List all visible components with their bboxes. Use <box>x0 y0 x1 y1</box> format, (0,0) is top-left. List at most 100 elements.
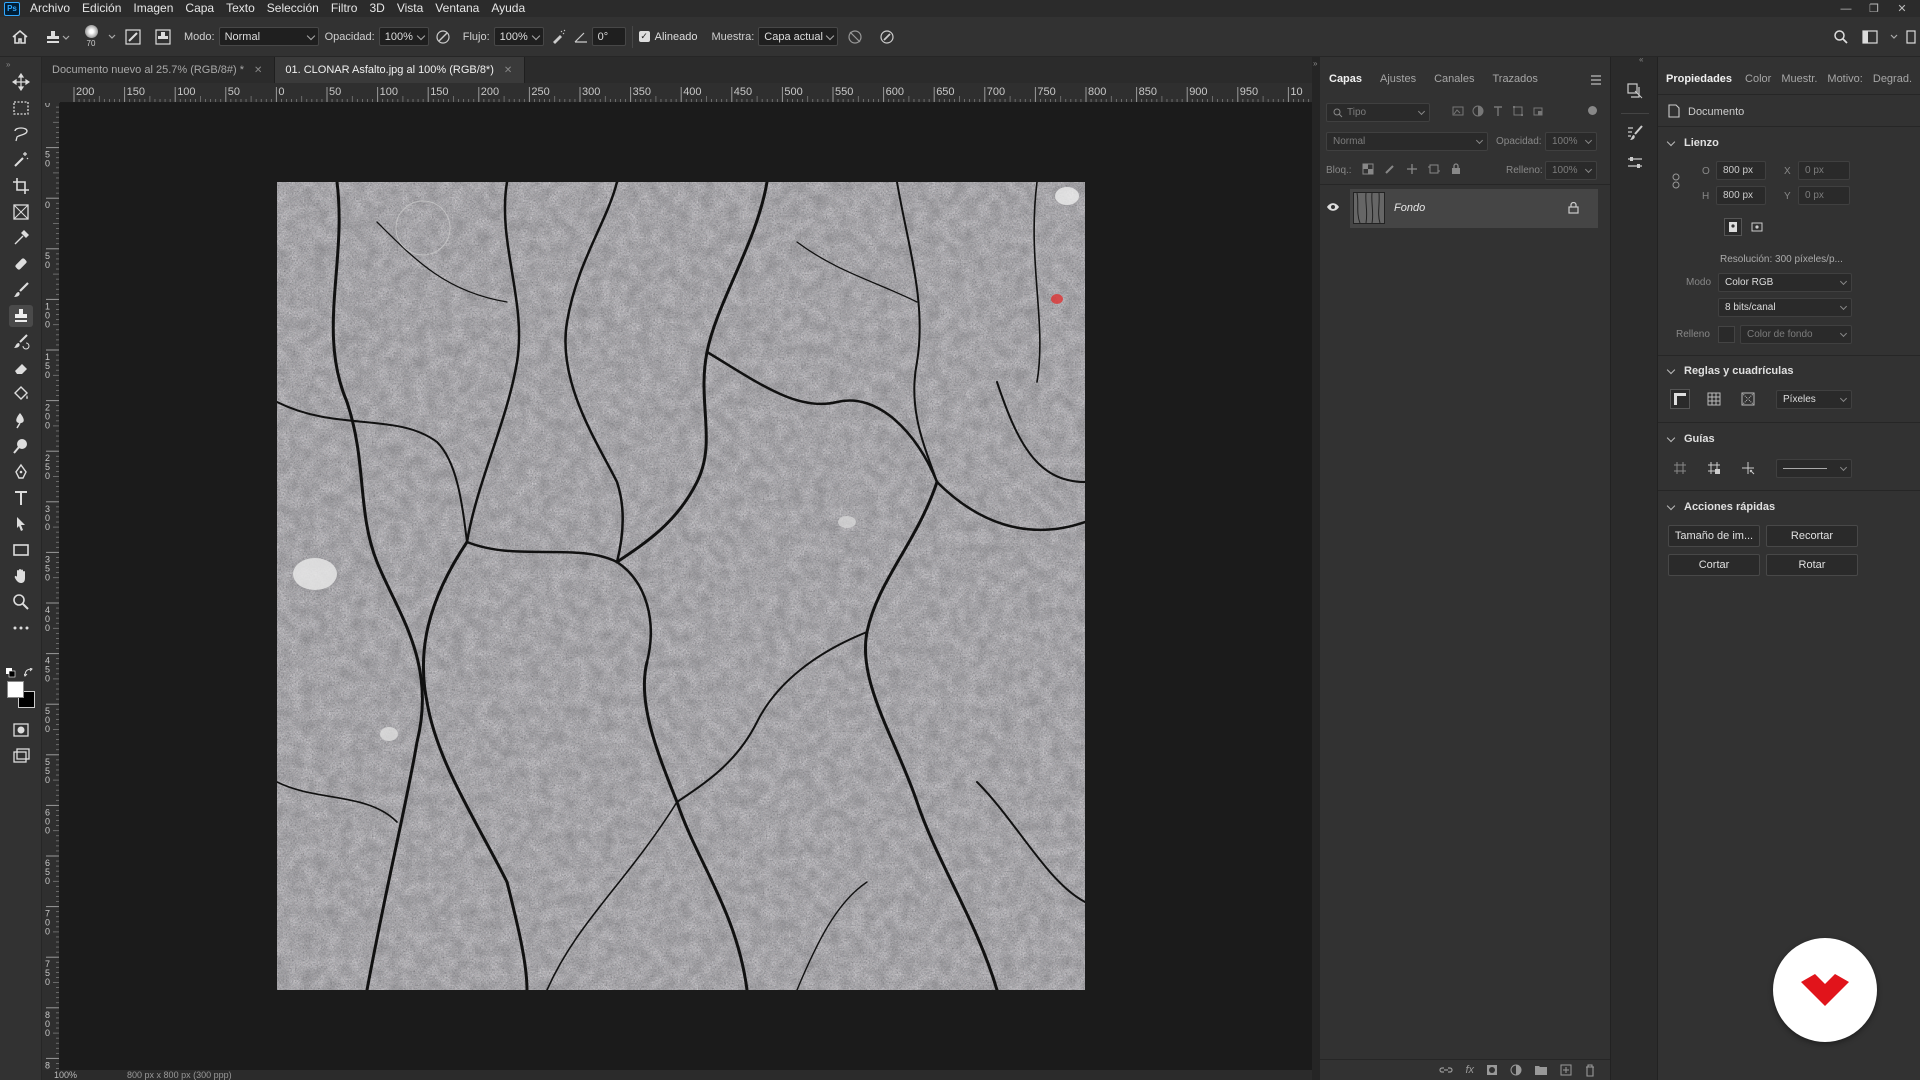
tab-capas[interactable]: Capas <box>1320 67 1372 91</box>
clone-stamp-preset-icon[interactable] <box>40 29 76 45</box>
crop-tool-icon[interactable] <box>9 175 33 197</box>
link-layers-icon[interactable] <box>1439 1065 1454 1075</box>
brush-settings-icon[interactable] <box>118 28 148 45</box>
asphalt-image[interactable] <box>277 182 1085 990</box>
flow-dropdown[interactable]: 100% <box>493 27 544 46</box>
layer-name[interactable]: Fondo <box>1394 202 1425 214</box>
path-selection-tool-icon[interactable] <box>9 513 33 535</box>
pen-tool-icon[interactable] <box>9 461 33 483</box>
lasso-tool-icon[interactable] <box>9 123 33 145</box>
hand-tool-icon[interactable] <box>9 565 33 587</box>
panel-menu-icon[interactable] <box>1590 75 1602 85</box>
paint-bucket-tool-icon[interactable] <box>9 383 33 405</box>
image-size-button[interactable]: Tamaño de im... <box>1668 525 1760 547</box>
mode-dropdown[interactable]: Normal <box>218 27 319 46</box>
layer-mask-icon[interactable] <box>1486 1064 1498 1076</box>
layer-visibility-eye-icon[interactable] <box>1326 202 1340 212</box>
bit-depth-dropdown[interactable]: 8 bits/canal <box>1718 298 1852 317</box>
expand-icon[interactable]: » <box>6 60 10 69</box>
menu-ventana[interactable]: Ventana <box>429 0 485 17</box>
menu-ayuda[interactable]: Ayuda <box>485 0 531 17</box>
color-mode-dropdown[interactable]: Color RGB <box>1718 273 1852 292</box>
chevron-down-icon[interactable] <box>106 34 118 40</box>
tab-muestras[interactable]: Muestr. <box>1776 67 1822 91</box>
fill-dropdown[interactable]: Color de fondo <box>1740 325 1852 344</box>
adjustment-layer-icon[interactable] <box>1510 1064 1522 1076</box>
share-icon[interactable] <box>1902 29 1920 44</box>
search-icon[interactable] <box>1826 29 1856 45</box>
clone-source-panel-icon[interactable] <box>1623 151 1647 175</box>
brush-tool-icon[interactable] <box>9 279 33 301</box>
menu-edicion[interactable]: Edición <box>76 0 127 17</box>
clone-source-icon[interactable] <box>148 28 178 45</box>
zoom-tool-icon[interactable] <box>9 591 33 613</box>
history-panel-icon[interactable] <box>1623 79 1647 103</box>
quick-actions-section-header[interactable]: Acciones rápidas <box>1664 501 1775 513</box>
width-field[interactable]: 800 px <box>1716 161 1766 180</box>
close-tab-icon[interactable]: ✕ <box>504 65 512 76</box>
menu-imagen[interactable]: Imagen <box>127 0 179 17</box>
menu-seleccion[interactable]: Selección <box>261 0 325 17</box>
eyedropper-tool-icon[interactable] <box>9 227 33 249</box>
blend-mode-dropdown[interactable]: Normal <box>1326 132 1488 151</box>
canvas-area[interactable] <box>60 103 1312 1070</box>
lock-all-icon[interactable] <box>1450 163 1462 175</box>
menu-capa[interactable]: Capa <box>179 0 220 17</box>
fill-color-swatch[interactable] <box>1718 326 1735 343</box>
tab-color[interactable]: Color <box>1740 67 1776 91</box>
show-rulers-icon[interactable] <box>1670 389 1690 409</box>
default-colors-icon[interactable] <box>6 668 16 678</box>
opacity-dropdown[interactable]: 100% <box>378 27 429 46</box>
filter-type-icon[interactable] <box>1492 105 1504 117</box>
ruler-units-dropdown[interactable]: Píxeles <box>1776 390 1852 409</box>
magic-wand-tool-icon[interactable] <box>9 149 33 171</box>
rotate-button[interactable]: Rotar <box>1766 554 1858 576</box>
landscape-orientation-icon[interactable] <box>1748 218 1766 236</box>
pressure-size-icon[interactable] <box>872 29 902 45</box>
ignore-adjustment-layers-icon[interactable] <box>838 29 872 45</box>
layer-row-fondo[interactable]: Fondo <box>1350 189 1598 228</box>
show-grid-icon[interactable] <box>1704 389 1724 409</box>
quick-mask-icon[interactable] <box>9 719 33 741</box>
workspace-icon[interactable] <box>1856 29 1886 44</box>
angle-input[interactable]: 0° <box>591 27 626 46</box>
guide-layout-icon[interactable] <box>1704 458 1724 478</box>
zoom-level[interactable]: 100% <box>54 1070 77 1080</box>
swap-colors-icon[interactable] <box>24 668 34 678</box>
blur-tool-icon[interactable] <box>9 409 33 431</box>
guide-style-dropdown[interactable] <box>1776 459 1852 478</box>
menu-3d[interactable]: 3D <box>363 0 390 17</box>
collapse-panels-icon[interactable]: » <box>1313 59 1317 68</box>
tab-documento-nuevo[interactable]: Documento nuevo al 25.7% (RGB/8#) * ✕ <box>42 57 276 83</box>
new-group-icon[interactable] <box>1534 1064 1548 1076</box>
lock-artboard-icon[interactable] <box>1428 163 1440 175</box>
brush-settings-panel-icon[interactable] <box>1623 121 1647 145</box>
clone-stamp-tool-icon[interactable] <box>9 305 33 327</box>
frame-tool-icon[interactable] <box>9 201 33 223</box>
new-layer-icon[interactable] <box>1560 1064 1572 1076</box>
tab-trazados[interactable]: Trazados <box>1483 67 1546 91</box>
move-tool-icon[interactable] <box>9 71 33 93</box>
type-tool-icon[interactable] <box>9 487 33 509</box>
vertical-ruler[interactable]: 0500501001502002503003504004505005506006… <box>42 103 60 1070</box>
foreground-color-swatch[interactable] <box>7 681 24 698</box>
filter-pixel-icon[interactable] <box>1452 105 1464 117</box>
x-field[interactable]: 0 px <box>1798 161 1850 180</box>
filter-shape-icon[interactable] <box>1512 105 1524 117</box>
crop-button[interactable]: Recortar <box>1766 525 1858 547</box>
healing-brush-tool-icon[interactable] <box>9 253 33 275</box>
tab-ajustes[interactable]: Ajustes <box>1371 67 1425 91</box>
rectangle-tool-icon[interactable] <box>9 539 33 561</box>
guides-section-header[interactable]: Guías <box>1664 433 1715 445</box>
y-field[interactable]: 0 px <box>1798 186 1850 205</box>
dodge-tool-icon[interactable] <box>9 435 33 457</box>
marquee-tool-icon[interactable] <box>9 97 33 119</box>
brush-size-picker[interactable]: 70 <box>76 25 106 48</box>
screen-mode-icon[interactable] <box>9 745 33 767</box>
chevron-down-icon[interactable] <box>1886 34 1902 40</box>
lock-pixels-icon[interactable] <box>1384 163 1396 175</box>
restore-icon[interactable]: ❐ <box>1860 0 1888 17</box>
filter-smart-object-icon[interactable] <box>1532 105 1544 117</box>
tab-clonar-asfalto[interactable]: 01. CLONAR Asfalto.jpg al 100% (RGB/8*) … <box>275 57 526 83</box>
delete-layer-icon[interactable] <box>1584 1063 1596 1077</box>
